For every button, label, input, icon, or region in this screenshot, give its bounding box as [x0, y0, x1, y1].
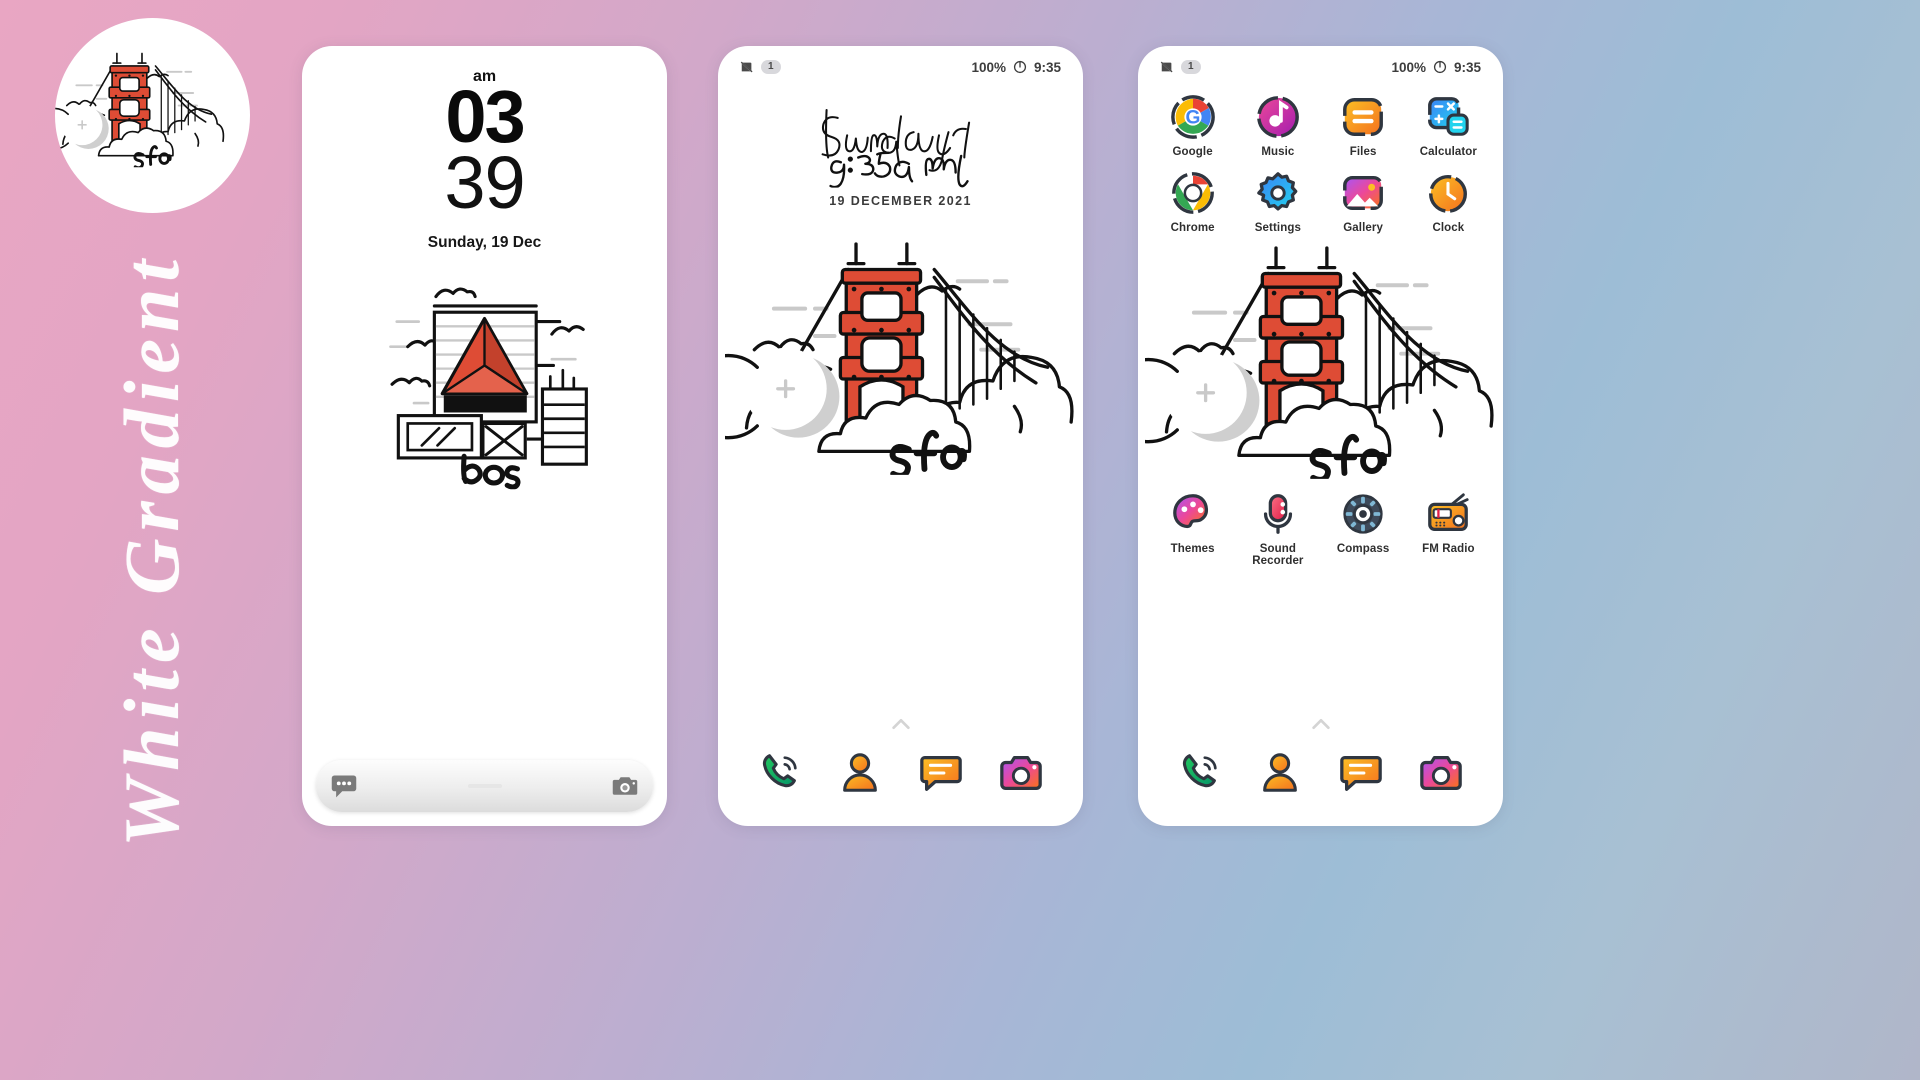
app-label: Calculator: [1419, 146, 1477, 158]
battery-percent: 100%: [1391, 59, 1426, 75]
camera-icon[interactable]: [611, 772, 639, 800]
chrome-icon[interactable]: [1170, 170, 1216, 216]
app-music[interactable]: Music: [1235, 94, 1320, 158]
dock: [1138, 750, 1503, 796]
page-indicator[interactable]: [718, 713, 1083, 740]
compass-icon[interactable]: [1340, 491, 1386, 537]
notification-count-badge: 1: [761, 60, 781, 74]
dock-item-contacts[interactable]: [837, 750, 883, 796]
app-label: Sound Recorder: [1252, 543, 1304, 567]
app-label: Compass: [1336, 543, 1390, 555]
dock-item-contacts[interactable]: [1257, 750, 1303, 796]
app-label: FM Radio: [1422, 543, 1475, 555]
google-icon[interactable]: [1170, 94, 1216, 140]
silent-mode-icon: [1160, 60, 1174, 74]
app-label: Settings: [1254, 222, 1301, 234]
phone-lock-screen: am 03 39 Sunday, 19 Dec: [302, 46, 667, 826]
microphone-icon[interactable]: [1255, 491, 1301, 537]
dock-item-camera[interactable]: [998, 750, 1044, 796]
chevron-up-icon[interactable]: [890, 713, 912, 735]
status-time: 9:35: [1453, 59, 1481, 75]
phone-home-wallpaper: 1 100% 9:35 19 DECEMBER 2021: [718, 46, 1083, 826]
app-grid-bottom: Themes Sound Recorder Compass FM Radio: [1138, 485, 1503, 567]
dock-item-phone[interactable]: [1177, 750, 1223, 796]
themes-palette-icon[interactable]: [1170, 491, 1216, 537]
app-label: Themes: [1170, 543, 1215, 555]
dock-item-camera[interactable]: [1418, 750, 1464, 796]
script-clock-icon: [806, 108, 996, 188]
notification-count-badge: 1: [1181, 60, 1201, 74]
app-files[interactable]: Files: [1321, 94, 1406, 158]
app-grid-top: Google Music Files Calculator Chrome Set…: [1138, 88, 1503, 234]
status-time: 9:35: [1033, 59, 1061, 75]
app-sound-recorder[interactable]: Sound Recorder: [1235, 491, 1320, 567]
music-icon[interactable]: [1255, 94, 1301, 140]
status-bar: 1 100% 9:35: [1138, 46, 1503, 88]
page-title: White Gradient: [108, 252, 195, 848]
app-label: Google: [1172, 146, 1213, 158]
clock-hours: 03: [445, 75, 525, 158]
app-settings[interactable]: Settings: [1235, 170, 1320, 234]
settings-gear-icon[interactable]: [1255, 170, 1301, 216]
files-icon[interactable]: [1340, 94, 1386, 140]
app-calculator[interactable]: Calculator: [1406, 94, 1491, 158]
battery-icon: [1013, 60, 1027, 74]
clock-date: 19 DECEMBER 2021: [829, 194, 972, 208]
clock-date: Sunday, 19 Dec: [427, 234, 542, 252]
boston-skyline-illustration: [367, 276, 602, 491]
battery-icon: [1433, 60, 1447, 74]
calculator-icon[interactable]: [1425, 94, 1471, 140]
dock-item-phone[interactable]: [757, 750, 803, 796]
app-label: Gallery: [1343, 222, 1383, 234]
script-clock-widget: 19 DECEMBER 2021: [718, 108, 1083, 208]
golden-gate-bridge-illustration: [1145, 244, 1497, 479]
page-indicator[interactable]: [1138, 713, 1503, 740]
dock-item-messages[interactable]: [1338, 750, 1384, 796]
clock-icon[interactable]: [1425, 170, 1471, 216]
lockscreen-shortcut-bar: [316, 760, 653, 812]
app-compass[interactable]: Compass: [1321, 491, 1406, 567]
golden-gate-bridge-sfo-logo-icon: [55, 18, 250, 213]
chevron-up-icon[interactable]: [1310, 713, 1332, 735]
app-themes[interactable]: Themes: [1150, 491, 1235, 567]
gallery-icon[interactable]: [1340, 170, 1386, 216]
app-google[interactable]: Google: [1150, 94, 1235, 158]
app-label: Clock: [1432, 222, 1465, 234]
app-label: Music: [1261, 146, 1295, 158]
brand-logo: [55, 18, 250, 213]
status-bar: 1 100% 9:35: [718, 46, 1083, 88]
golden-gate-bridge-illustration: [725, 240, 1077, 475]
dock-item-messages[interactable]: [918, 750, 964, 796]
phone-home-apps: 1 100% 9:35 Google Music Files Calculato…: [1138, 46, 1503, 826]
dock: [718, 750, 1083, 796]
app-label: Chrome: [1170, 222, 1215, 234]
app-fm-radio[interactable]: FM Radio: [1406, 491, 1491, 567]
app-label: Files: [1349, 146, 1377, 158]
app-gallery[interactable]: Gallery: [1321, 170, 1406, 234]
app-chrome[interactable]: Chrome: [1150, 170, 1235, 234]
lockscreen-clock: am 03 39 Sunday, 19 Dec: [302, 68, 667, 252]
clock-minutes: 39: [444, 141, 525, 225]
battery-percent: 100%: [971, 59, 1006, 75]
messages-bubble-icon[interactable]: [330, 772, 358, 800]
app-clock[interactable]: Clock: [1406, 170, 1491, 234]
home-handle[interactable]: [467, 784, 502, 788]
silent-mode-icon: [740, 60, 754, 74]
radio-icon[interactable]: [1425, 491, 1471, 537]
